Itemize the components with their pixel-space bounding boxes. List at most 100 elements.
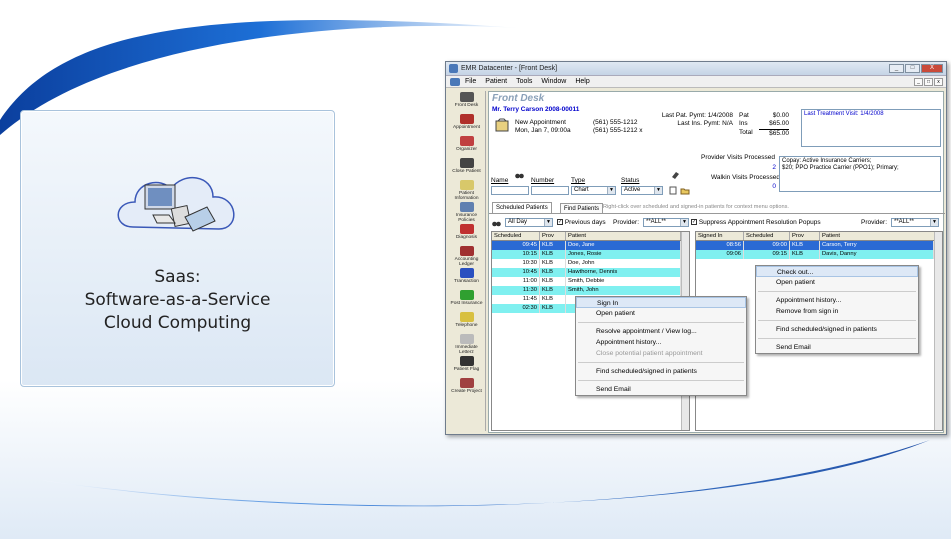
menu-help[interactable]: Help bbox=[575, 78, 589, 85]
suppress-popups-checkbox[interactable]: ✓ bbox=[691, 219, 697, 226]
patient-name: Doe, John bbox=[566, 259, 681, 268]
previous-days-option[interactable]: ✓ Previous days bbox=[557, 219, 606, 226]
table-row[interactable]: 08:56 09:00 KLB Carson, Terry bbox=[696, 241, 934, 250]
col-patient[interactable]: Patient bbox=[820, 232, 935, 240]
name-label: Name bbox=[491, 177, 509, 184]
name-input[interactable] bbox=[491, 186, 529, 195]
menu-item-appointment-history[interactable]: Appointment history... bbox=[576, 337, 746, 348]
range-select[interactable]: All Day ▼ bbox=[505, 218, 553, 227]
walkin-visits-label: Walkin Visits Processed bbox=[711, 174, 780, 181]
menu-file[interactable]: File bbox=[465, 78, 476, 85]
title-bar[interactable]: EMR Datacenter - [Front Desk] _ □ X bbox=[446, 62, 946, 76]
table-row[interactable]: 11:00 KLB Smith, Debbie bbox=[492, 277, 681, 286]
new-appointment-label: New Appointment bbox=[515, 119, 566, 126]
menu-separator bbox=[578, 362, 744, 363]
maximize-button[interactable]: □ bbox=[905, 64, 920, 73]
table-row[interactable]: 11:30 KLB Smith, John bbox=[492, 286, 681, 295]
table-row[interactable]: 10:30 KLB Doe, John bbox=[492, 259, 681, 268]
sidebar-item-create-project[interactable]: Create Project bbox=[448, 377, 485, 399]
mdi-restore-button[interactable]: □ bbox=[924, 77, 933, 86]
scheduled-time: 02:30 bbox=[492, 304, 540, 313]
col-signed-in[interactable]: Signed In bbox=[696, 232, 744, 240]
previous-days-checkbox[interactable]: ✓ bbox=[557, 219, 563, 226]
menu-item-appointment-history[interactable]: Appointment history... bbox=[756, 295, 918, 306]
menu-item-remove-from-sign-in[interactable]: Remove from sign in bbox=[756, 306, 918, 317]
sidebar-item-label: Transaction bbox=[454, 279, 479, 284]
table-row[interactable]: 10:45 KLB Hawthorne, Dennis bbox=[492, 268, 681, 277]
sidebar-item-appointment[interactable]: Appointment bbox=[448, 113, 485, 135]
sidebar-item-front-desk[interactable]: Front Desk bbox=[448, 91, 485, 113]
range-select-value: All Day bbox=[508, 219, 528, 225]
provider-select[interactable]: **ALL** ▼ bbox=[643, 218, 689, 227]
sidebar-item-organizer[interactable]: Organizer bbox=[448, 135, 485, 157]
scheduled-time: 10:30 bbox=[492, 259, 540, 268]
status-label: Status bbox=[621, 177, 640, 184]
sidebar-item-diagnosis[interactable]: Diagnosis bbox=[448, 223, 485, 245]
sidebar-item-close-patient[interactable]: Close Patient bbox=[448, 157, 485, 179]
sidebar-item-insurance-policies[interactable]: Insurance Policies bbox=[448, 201, 485, 223]
post-insurance-icon bbox=[459, 290, 474, 300]
mdi-close-button[interactable]: x bbox=[934, 77, 943, 86]
menu-item-send-email[interactable]: Send Email bbox=[756, 342, 918, 353]
col-prov[interactable]: Prov bbox=[540, 232, 566, 240]
mdi-icon bbox=[450, 77, 460, 86]
tab-hint: Right-click over scheduled and signed-in… bbox=[603, 204, 789, 210]
col-scheduled[interactable]: Scheduled bbox=[492, 232, 540, 240]
sidebar-item-immediate-letterz[interactable]: Immediate Letterz bbox=[448, 333, 485, 355]
signed-in-scrollbar[interactable] bbox=[934, 232, 942, 430]
menu-item-find-scheduled-signed-in-patients[interactable]: Find scheduled/signed in patients bbox=[756, 324, 918, 335]
provider: KLB bbox=[540, 304, 566, 313]
diagnosis-icon bbox=[459, 224, 474, 234]
menu-item-send-email[interactable]: Send Email bbox=[576, 384, 746, 395]
sidebar-item-label: Close Patient bbox=[452, 169, 481, 174]
menu-item-resolve-appointment-view-log[interactable]: Resolve appointment / View log... bbox=[576, 326, 746, 337]
sidebar-item-transaction[interactable]: Transaction bbox=[448, 267, 485, 289]
minimize-button[interactable]: _ bbox=[889, 64, 904, 73]
sidebar-item-patient-information[interactable]: Patient Information bbox=[448, 179, 485, 201]
type-select[interactable]: Chart ▼ bbox=[571, 186, 616, 195]
menu-item-check-out[interactable]: Check out... bbox=[756, 266, 918, 277]
binoculars-icon[interactable] bbox=[515, 171, 524, 181]
table-row[interactable]: 10:15 KLB Jones, Rosie bbox=[492, 250, 681, 259]
sidebar-item-patient-flag[interactable]: Patient Flag bbox=[448, 355, 485, 377]
provider2-label: Provider: bbox=[861, 219, 888, 226]
sidebar-item-telephone[interactable]: Telephone bbox=[448, 311, 485, 333]
scheduled-time: 11:45 bbox=[492, 295, 540, 304]
info-card: Saas: Software-as-a-Service Cloud Comput… bbox=[20, 110, 335, 387]
col-scheduled[interactable]: Scheduled bbox=[744, 232, 790, 240]
sidebar-item-label: Organizer bbox=[455, 147, 478, 152]
last-treatment-box[interactable]: Last Treatment Visit: 1/4/2008 bbox=[801, 109, 941, 147]
menu-item-sign-in[interactable]: Sign In bbox=[576, 297, 746, 308]
type-label: Type bbox=[571, 177, 586, 184]
phone-home: (561) 555-1212 bbox=[593, 119, 638, 126]
menu-tools[interactable]: Tools bbox=[516, 78, 532, 85]
sidebar-item-post-insurance[interactable]: Post Insurance bbox=[448, 289, 485, 311]
chevron-down-icon: ▼ bbox=[680, 219, 688, 226]
binoculars-filter-icon[interactable] bbox=[492, 219, 501, 229]
menu-item-open-patient[interactable]: Open patient bbox=[756, 277, 918, 288]
tab-scheduled-patients[interactable]: Scheduled Patients bbox=[492, 202, 552, 213]
table-row[interactable]: 09:06 09:15 KLB Davis, Danny bbox=[696, 250, 934, 259]
menu-patient[interactable]: Patient bbox=[485, 78, 507, 85]
sidebar-item-accounting-ledger[interactable]: Accounting Ledger bbox=[448, 245, 485, 267]
status-select[interactable]: Active ▼ bbox=[621, 186, 663, 195]
copay-box[interactable]: Copay: Active Insurance Carriers; $20; P… bbox=[779, 156, 941, 192]
patient-name[interactable]: Mr. Terry Carson 2008-00011 bbox=[492, 106, 579, 113]
new-file-icon[interactable] bbox=[669, 186, 678, 197]
menu-window[interactable]: Window bbox=[541, 78, 566, 85]
menu-separator bbox=[578, 322, 744, 323]
menu-item-open-patient[interactable]: Open patient bbox=[576, 308, 746, 319]
open-folder-icon[interactable] bbox=[680, 186, 690, 197]
mdi-minimize-button[interactable]: _ bbox=[914, 77, 923, 86]
number-input[interactable] bbox=[531, 186, 569, 195]
table-row[interactable]: 09:45 KLB Doe, Jane bbox=[492, 241, 681, 250]
eraser-icon[interactable] bbox=[671, 171, 680, 181]
menu-item-find-scheduled-signed-in-patients[interactable]: Find scheduled/signed in patients bbox=[576, 366, 746, 377]
col-prov[interactable]: Prov bbox=[790, 232, 820, 240]
last-patient-payment: Last Pat. Pymt: 1/4/2008 bbox=[661, 112, 733, 119]
suppress-popups-option[interactable]: ✓ Suppress Appointment Resolution Popups bbox=[691, 219, 821, 226]
tab-divider bbox=[489, 213, 945, 214]
provider2-select[interactable]: **ALL** ▼ bbox=[891, 218, 939, 227]
col-patient[interactable]: Patient bbox=[566, 232, 681, 240]
close-button[interactable]: X bbox=[921, 64, 943, 73]
